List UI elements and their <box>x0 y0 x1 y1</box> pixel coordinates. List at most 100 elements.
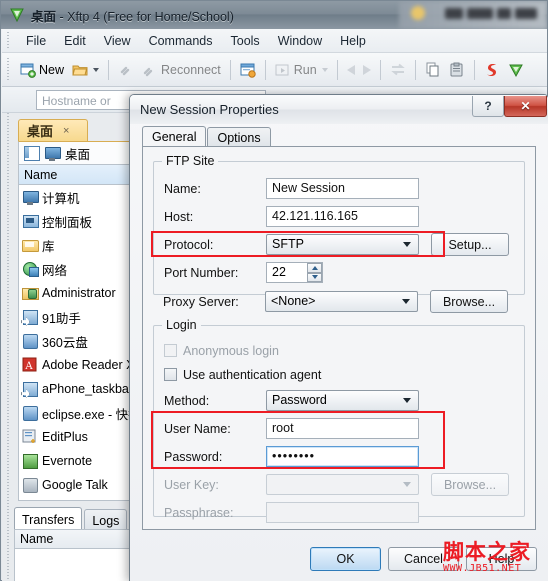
window-titlebar: 桌面 - Xftp 4 (Free for Home/School) <box>1 1 547 29</box>
new-session-button[interactable]: New <box>16 57 68 83</box>
arrow-right-icon <box>362 64 371 75</box>
caret-down-icon <box>311 275 318 280</box>
shortcut-icon <box>22 381 38 397</box>
menu-view[interactable]: View <box>95 31 140 51</box>
menu-window[interactable]: Window <box>269 31 331 51</box>
disconnect-button[interactable] <box>114 57 138 83</box>
new-session-label: New <box>39 62 65 77</box>
passphrase-label: Passphrase: <box>164 505 234 520</box>
panel-splitter-grip[interactable] <box>4 113 12 581</box>
shortcut-blue-icon <box>22 333 38 349</box>
passphrase-input[interactable] <box>266 502 419 523</box>
userkey-browse-button[interactable]: Browse... <box>431 473 509 496</box>
run-dropdown-caret[interactable] <box>321 67 328 72</box>
username-input[interactable]: root <box>266 418 419 439</box>
disconnect-icon <box>118 62 134 78</box>
field-row-username: User Name: root <box>164 418 419 439</box>
list-item[interactable]: 网络 <box>19 257 136 281</box>
session-manager-button[interactable] <box>236 57 260 83</box>
port-stepper[interactable]: 22 <box>266 262 323 283</box>
list-item[interactable]: A Adobe Reader X <box>19 353 136 377</box>
transfers-list[interactable] <box>14 549 137 581</box>
list-item[interactable]: aPhone_taskbar <box>19 377 136 401</box>
xftp-main-window: 桌面 - Xftp 4 (Free for Home/School) File … <box>0 0 548 581</box>
login-legend: Login <box>162 318 201 332</box>
menu-edit[interactable]: Edit <box>55 31 95 51</box>
checkbox-box <box>164 368 177 381</box>
toolbar-drag-grip[interactable] <box>5 57 13 82</box>
ok-button[interactable]: OK <box>310 547 381 571</box>
sync-button[interactable] <box>386 57 410 83</box>
list-item[interactable]: 控制面板 <box>19 209 136 233</box>
list-item-label: aPhone_taskbar <box>42 382 134 396</box>
transfers-column-header-name[interactable]: Name <box>14 529 137 549</box>
copy-button[interactable] <box>421 57 445 83</box>
reconnect-button[interactable]: Reconnect <box>138 57 225 83</box>
run-label: Run <box>293 62 317 77</box>
protocol-setup-button[interactable]: Setup... <box>431 233 509 256</box>
tab-general[interactable]: General <box>142 126 207 147</box>
computer-icon <box>22 189 39 205</box>
list-item[interactable]: 360云盘 <box>19 329 136 353</box>
list-item[interactable]: 库 <box>19 233 136 257</box>
port-increment-button[interactable] <box>307 263 322 273</box>
tab-transfers[interactable]: Transfers <box>14 507 83 531</box>
tab-logs[interactable]: Logs <box>84 509 128 531</box>
chevron-down-icon <box>403 242 411 247</box>
ftp-site-group: FTP Site Name: New Session Host: 42.121.… <box>153 154 525 295</box>
local-tab-desktop[interactable]: 桌面 × <box>18 119 88 141</box>
xshell-button[interactable] <box>480 57 504 83</box>
menu-file[interactable]: File <box>17 31 55 51</box>
tab-options[interactable]: Options <box>207 127 271 147</box>
cancel-button[interactable]: Cancel <box>388 547 459 571</box>
port-label: Port Number: <box>164 265 239 280</box>
list-item[interactable]: Google Talk <box>19 473 136 497</box>
blurred-badge-icon <box>411 6 425 20</box>
list-item[interactable]: Administrator <box>19 281 136 305</box>
name-input[interactable]: New Session <box>266 178 419 199</box>
port-decrement-button[interactable] <box>307 272 322 282</box>
field-row-name: Name: New Session <box>164 178 419 199</box>
dialog-title: New Session Properties <box>140 102 279 117</box>
list-item-label: 网络 <box>42 263 68 278</box>
dialog-close-button[interactable]: ✕ <box>504 96 547 117</box>
back-button[interactable] <box>343 57 359 83</box>
list-item[interactable]: eclipse.exe - 快捷 <box>19 401 136 425</box>
menubar-drag-grip[interactable] <box>5 31 13 50</box>
xftp-button[interactable] <box>504 57 528 83</box>
use-authentication-agent-checkbox[interactable]: Use authentication agent <box>164 368 321 382</box>
close-icon[interactable]: × <box>63 125 69 137</box>
method-select[interactable]: Password <box>266 390 419 411</box>
menu-help[interactable]: Help <box>331 31 375 51</box>
list-item[interactable]: 91助手 <box>19 305 136 329</box>
paste-button[interactable] <box>445 57 469 83</box>
host-input[interactable]: 42.121.116.165 <box>266 206 419 227</box>
proxy-browse-button[interactable]: Browse... <box>430 290 508 313</box>
menu-commands[interactable]: Commands <box>140 31 222 51</box>
dialog-help-button[interactable]: ? <box>472 96 504 117</box>
run-button[interactable]: Run <box>271 57 332 83</box>
toolbar-separator <box>336 59 338 80</box>
anonymous-login-checkbox[interactable]: Anonymous login <box>164 344 279 358</box>
userkey-select[interactable] <box>266 474 419 495</box>
reconnect-icon <box>142 62 158 78</box>
protocol-select[interactable]: SFTP <box>266 234 419 255</box>
proxy-value: <None> <box>271 294 316 308</box>
password-input[interactable]: •••••••• <box>266 446 419 467</box>
local-file-list[interactable]: 计算机 控制面板 库 网络 Administrator 91助手 360云盘 A… <box>18 185 137 501</box>
local-column-header-name[interactable]: Name <box>18 165 137 185</box>
list-item[interactable]: Evernote <box>19 449 136 473</box>
help-button[interactable]: Help <box>466 547 537 571</box>
protocol-label: Protocol: <box>164 237 214 252</box>
open-folder-dropdown-caret[interactable] <box>93 67 100 72</box>
proxy-select[interactable]: <None> <box>265 291 418 312</box>
open-folder-button[interactable] <box>68 57 103 83</box>
list-item[interactable]: 计算机 <box>19 185 136 209</box>
bottom-panel-tabs: Transfers Logs <box>14 505 137 531</box>
menu-tools[interactable]: Tools <box>222 31 269 51</box>
forward-button[interactable] <box>359 57 375 83</box>
list-item[interactable]: iTunes <box>19 497 136 500</box>
list-item[interactable]: EditPlus <box>19 425 136 449</box>
pane-toggle-icon[interactable] <box>23 145 40 161</box>
field-row-port: Port Number: 22 <box>164 262 323 283</box>
